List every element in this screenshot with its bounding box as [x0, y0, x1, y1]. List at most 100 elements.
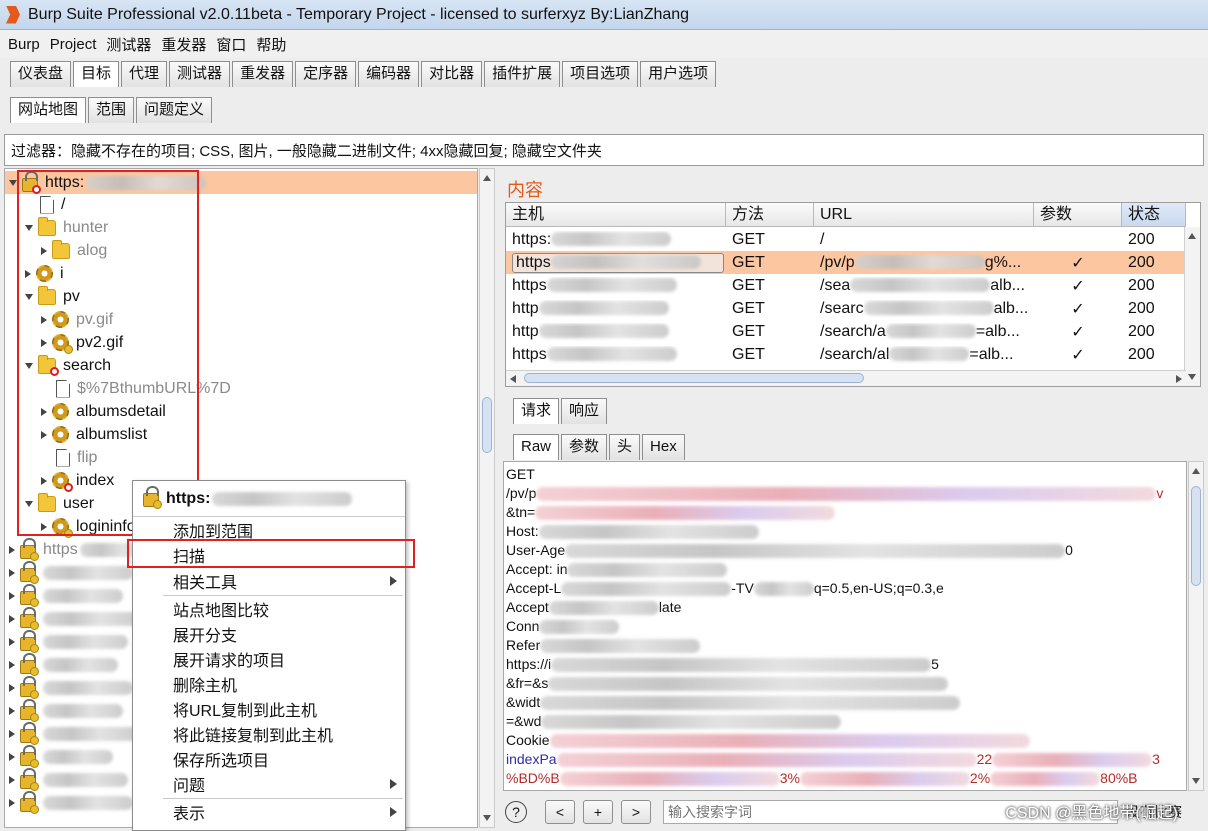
menu-burp[interactable]: Burp [8, 36, 40, 53]
col-status[interactable]: 状态 [1122, 203, 1186, 226]
raw-scrollbar[interactable] [1188, 461, 1204, 791]
cell-status: 200 [1128, 299, 1155, 317]
tree-row-host[interactable] [7, 652, 118, 676]
tree-row-host[interactable] [7, 790, 133, 814]
context-menu-host: https: [166, 489, 211, 507]
collapse-arrow-icon[interactable] [9, 591, 15, 600]
menu-help[interactable]: 帮助 [256, 34, 286, 55]
raw-text: GET [506, 466, 535, 482]
menu-item-issues[interactable]: 问题 [133, 771, 405, 796]
table-horizontal-scrollbar[interactable] [506, 370, 1186, 386]
search-prev-button[interactable]: < [545, 800, 575, 824]
help-icon[interactable]: ? [505, 801, 527, 823]
collapse-arrow-icon[interactable] [9, 798, 15, 807]
tree-row-host[interactable] [7, 767, 128, 791]
menu-item-save-selected[interactable]: 保存所选项目 [133, 746, 405, 771]
menu-item-compare-site-maps[interactable]: 站点地图比较 [133, 596, 405, 621]
tab-scope[interactable]: 范围 [88, 97, 135, 123]
tab-hex[interactable]: Hex [642, 434, 685, 460]
menu-item-engagement-tools[interactable]: 相关工具 [133, 568, 405, 593]
tree-row-host[interactable] [7, 675, 133, 699]
menu-repeater[interactable]: 重发器 [161, 34, 206, 55]
collapse-arrow-icon[interactable] [9, 545, 15, 554]
tab-dashboard[interactable]: 仪表盘 [10, 61, 72, 87]
tree-row-host[interactable] [7, 721, 138, 745]
table-vertical-scrollbar[interactable] [1184, 227, 1200, 386]
scroll-thumb[interactable] [1191, 486, 1201, 586]
filter-bar[interactable]: 过滤器：隐藏不存在的项目; CSS, 图片, 一般隐藏二进制文件; 4xx隐藏回… [4, 134, 1204, 166]
tab-sequencer[interactable]: 定序器 [295, 61, 357, 87]
tree-row-host[interactable] [7, 583, 123, 607]
menu-item-view[interactable]: 表示 [133, 799, 405, 824]
tab-decoder[interactable]: 编码器 [358, 61, 420, 87]
collapse-arrow-icon[interactable] [9, 683, 15, 692]
tab-issue-definitions[interactable]: 问题定义 [136, 97, 213, 123]
tab-user-options[interactable]: 用户选项 [640, 61, 717, 87]
table-row[interactable]: http GET /searc alb... ✓ 200 [506, 297, 1186, 320]
tab-comparer[interactable]: 对比器 [421, 61, 483, 87]
tab-site-map[interactable]: 网站地图 [10, 97, 87, 123]
scroll-up-icon[interactable] [483, 175, 491, 181]
col-method[interactable]: 方法 [726, 203, 814, 226]
expand-arrow-icon[interactable] [9, 179, 17, 186]
table-row[interactable]: https GET /sea alb... ✓ 200 [506, 274, 1186, 297]
menu-item-copy-urls[interactable]: 将URL复制到此主机 [133, 696, 405, 721]
tree-row-host[interactable] [7, 698, 123, 722]
collapse-arrow-icon[interactable] [9, 637, 15, 646]
tab-project-options[interactable]: 项目选项 [562, 61, 639, 87]
scroll-down-icon[interactable] [1188, 374, 1196, 380]
tab-params[interactable]: 参数 [561, 434, 608, 460]
col-params[interactable]: 参数 [1034, 203, 1122, 226]
tab-headers[interactable]: 头 [609, 434, 641, 460]
collapse-arrow-icon[interactable] [9, 729, 15, 738]
collapse-arrow-icon[interactable] [9, 706, 15, 715]
secure-host-icon [20, 767, 39, 791]
menu-project[interactable]: Project [50, 36, 97, 53]
redacted-text [535, 505, 836, 520]
table-row[interactable]: https GET /pv/p g%... ✓ 200 [506, 251, 1186, 274]
collapse-arrow-icon[interactable] [9, 568, 15, 577]
menu-window[interactable]: 窗口 [216, 34, 246, 55]
scroll-thumb[interactable] [482, 397, 492, 453]
tab-target[interactable]: 目标 [73, 61, 120, 87]
menu-item-expand-branch[interactable]: 展开分支 [133, 621, 405, 646]
col-url[interactable]: URL [814, 203, 1034, 226]
table-row[interactable]: https GET /search/al =alb... ✓ 200 [506, 343, 1186, 366]
tab-request[interactable]: 请求 [513, 398, 560, 424]
tree-row-host[interactable] [7, 606, 138, 630]
col-host[interactable]: 主机 [506, 203, 726, 226]
menu-intruder[interactable]: 测试器 [106, 34, 151, 55]
cell-params: ✓ [1071, 300, 1085, 318]
scroll-down-icon[interactable] [483, 815, 491, 821]
collapse-arrow-icon[interactable] [9, 614, 15, 623]
scroll-thumb[interactable] [524, 373, 864, 383]
collapse-arrow-icon[interactable] [9, 775, 15, 784]
tab-proxy[interactable]: 代理 [121, 61, 168, 87]
table-row[interactable]: http GET /search/a =alb... ✓ 200 [506, 320, 1186, 343]
tree-scrollbar[interactable] [479, 168, 495, 828]
tab-intruder[interactable]: 测试器 [169, 61, 231, 87]
tab-repeater[interactable]: 重发器 [232, 61, 294, 87]
table-row[interactable]: https: GET / 200 [506, 228, 1186, 251]
menu-item-copy-links[interactable]: 将此链接复制到此主机 [133, 721, 405, 746]
scroll-up-icon[interactable] [1188, 233, 1196, 239]
tree-row-host[interactable] [7, 629, 128, 653]
search-next-button[interactable]: > [621, 800, 651, 824]
tab-raw[interactable]: Raw [513, 434, 560, 460]
menu-item-expand-requested[interactable]: 展开请求的项目 [133, 646, 405, 671]
tab-response[interactable]: 响应 [561, 398, 608, 424]
search-add-button[interactable]: + [583, 800, 613, 824]
scroll-down-icon[interactable] [1192, 778, 1200, 784]
scroll-right-icon[interactable] [1176, 375, 1182, 383]
menu-item-delete-host[interactable]: 删除主机 [133, 671, 405, 696]
scroll-up-icon[interactable] [1192, 468, 1200, 474]
redacted-text [43, 703, 123, 718]
context-menu-header: https: [133, 481, 405, 517]
tree-row-host[interactable] [7, 744, 113, 768]
tab-extender[interactable]: 插件扩展 [484, 61, 561, 87]
collapse-arrow-icon[interactable] [9, 660, 15, 669]
scroll-left-icon[interactable] [510, 375, 516, 383]
collapse-arrow-icon[interactable] [9, 752, 15, 761]
tree-row-host[interactable] [7, 560, 133, 584]
raw-request-editor[interactable]: GET /pv/p v &tn= Host: User-Age 0 Accept: … [503, 461, 1187, 791]
